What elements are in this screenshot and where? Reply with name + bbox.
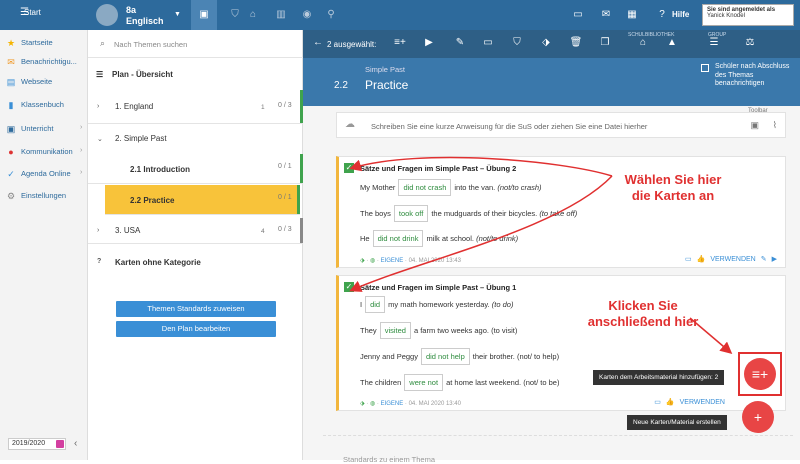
arrow-to-card2 (349, 175, 613, 292)
annotation-arrows (349, 156, 733, 354)
arrow-to-fab (689, 317, 733, 354)
arrow-to-card1 (349, 156, 613, 177)
